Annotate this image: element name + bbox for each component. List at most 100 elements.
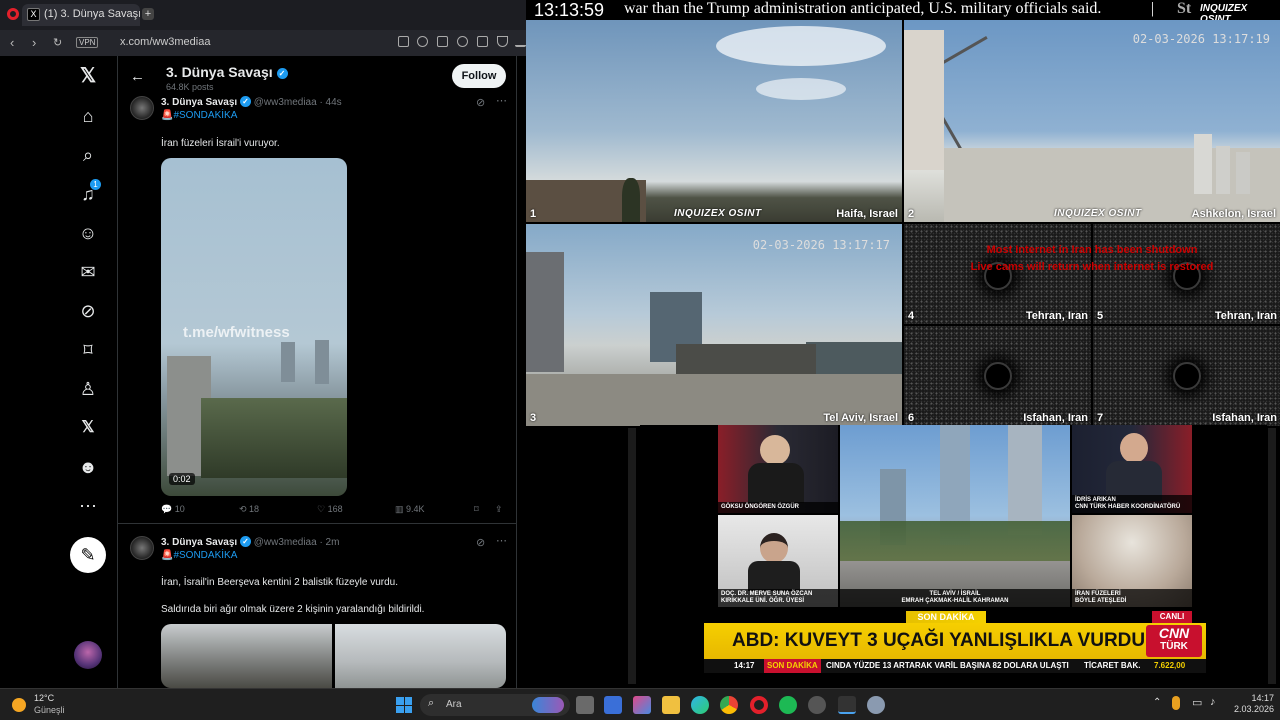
compose-post-icon[interactable]: ✎ bbox=[70, 537, 106, 573]
network-icon[interactable]: ▭ bbox=[1192, 696, 1202, 709]
tweet-image-2[interactable] bbox=[335, 624, 506, 688]
microsoft-store-icon[interactable] bbox=[604, 696, 622, 714]
crawl-text: CINDA YÜZDE 13 ARTARAK VARİL BAŞINA 82 D… bbox=[826, 661, 1069, 670]
heart-icon[interactable] bbox=[497, 36, 508, 47]
tweet-text-line2: Saldırıda biri ağır olmak üzere 2 kişini… bbox=[161, 604, 425, 615]
copilot-icon[interactable] bbox=[633, 696, 651, 714]
bookmarks-icon[interactable]: ⌑ bbox=[76, 338, 100, 362]
tweet-author[interactable]: 3. Dünya Savaşı ✓ @ww3mediaa · 2m bbox=[161, 536, 339, 548]
grok-explain-icon[interactable]: ⊘ bbox=[476, 96, 485, 109]
volume-icon[interactable]: ♪ bbox=[1210, 696, 1216, 708]
new-tab-button[interactable]: + bbox=[142, 8, 154, 20]
scrollbar[interactable] bbox=[628, 428, 636, 684]
settings-icon[interactable] bbox=[867, 696, 885, 714]
forward-icon[interactable]: › bbox=[32, 35, 36, 50]
siren-icon: 🚨 bbox=[161, 110, 174, 121]
extension-icon[interactable] bbox=[457, 36, 468, 47]
tweet-1[interactable]: 3. Dünya Savaşı ✓ @ww3mediaa · 44s ⊘ ⋯ 🚨… bbox=[118, 92, 516, 524]
camera-7-isfahan[interactable]: 7 Isfahan, Iran bbox=[1093, 326, 1280, 426]
anchor-panel-2: İDRİS ARIKAN CNN TÜRK HABER KOORDİNATÖRÜ bbox=[1072, 425, 1192, 513]
user-avatar[interactable] bbox=[74, 641, 102, 669]
repost-button[interactable]: ⟲ 18 bbox=[239, 504, 259, 515]
follow-button[interactable]: Follow bbox=[452, 64, 506, 88]
opera-icon[interactable] bbox=[750, 696, 768, 714]
cnn-turk-broadcast[interactable]: GÖKSU ÖNGÖREN ÖZGÜR DOÇ. DR. MERVE SUNA … bbox=[640, 425, 1267, 685]
search-icon[interactable]: ⌕ bbox=[76, 143, 100, 167]
taskbar-clock[interactable]: 14:17 2.03.2026 bbox=[1228, 693, 1274, 715]
app-icon-active[interactable] bbox=[838, 696, 856, 714]
siren-icon: 🚨 bbox=[161, 550, 174, 561]
profile-icon[interactable]: ☻ bbox=[76, 455, 100, 479]
grok-icon[interactable]: ⊘ bbox=[76, 299, 100, 323]
chrome-icon[interactable] bbox=[720, 696, 738, 714]
x-logo-icon[interactable]: 𝕏 bbox=[76, 64, 100, 88]
opera-logo[interactable] bbox=[7, 8, 19, 20]
tweet-author-name: 3. Dünya Savaşı bbox=[161, 537, 238, 548]
reply-button[interactable]: 💬 10 bbox=[161, 504, 185, 515]
reload-icon[interactable]: ↻ bbox=[53, 36, 62, 49]
play-icon[interactable] bbox=[477, 36, 488, 47]
messages-icon[interactable]: ✉ bbox=[76, 260, 100, 284]
spotify-icon[interactable] bbox=[779, 696, 797, 714]
repost-count: 18 bbox=[249, 504, 260, 514]
file-explorer-icon[interactable] bbox=[662, 696, 680, 714]
tweet-hashtag-text: #SONDAKİKA bbox=[173, 110, 238, 121]
tweet-hashtag[interactable]: 🚨#SONDAKİKA bbox=[161, 110, 237, 121]
weather-temp[interactable]: 12°C bbox=[34, 693, 54, 703]
treeline bbox=[201, 398, 347, 478]
caption-anchor-1: GÖKSU ÖNGÖREN ÖZGÜR bbox=[718, 502, 838, 513]
weather-desc[interactable]: Güneşli bbox=[34, 705, 65, 715]
camera-icon[interactable] bbox=[417, 36, 428, 47]
tweet-hashtag[interactable]: 🚨#SONDAKİKA bbox=[161, 550, 237, 561]
guest-body bbox=[748, 561, 800, 591]
crawl-time: 14:17 bbox=[734, 661, 755, 670]
tweet-avatar[interactable] bbox=[130, 96, 154, 120]
tweet-image-1[interactable] bbox=[161, 624, 332, 688]
follow-icon[interactable]: ☺ bbox=[76, 221, 100, 245]
more-options-icon[interactable]: ⋯ bbox=[496, 94, 507, 107]
cloud bbox=[716, 26, 886, 66]
scrollbar[interactable] bbox=[1268, 428, 1276, 684]
tab-active[interactable]: X (1) 3. Dünya Savaşı (@ww bbox=[22, 4, 140, 26]
camera-3-telaviv[interactable]: 02-03-2026 13:17:17 3 Tel Aviv, Israel bbox=[526, 224, 902, 426]
notifications-icon[interactable]: ♫ 1 bbox=[76, 179, 101, 206]
building-left bbox=[526, 252, 564, 372]
camera-1-haifa[interactable]: 1 INQUIZEX OSINT Haifa, Israel bbox=[526, 20, 902, 222]
vpn-badge[interactable]: VPN bbox=[76, 37, 99, 48]
edit-icon[interactable] bbox=[398, 36, 409, 47]
camera-label: Isfahan, Iran bbox=[1212, 412, 1277, 424]
caption-text: TEL AVİV / İSRAİL bbox=[929, 591, 981, 597]
tweet-images[interactable] bbox=[161, 624, 506, 688]
jobs-icon[interactable]: ♙ bbox=[76, 377, 100, 401]
camera-2-ashkelon[interactable]: 02-03-2026 13:17:19 2 INQUIZEX OSINT Ash… bbox=[904, 20, 1280, 222]
like-button[interactable]: ♡ 168 bbox=[317, 504, 343, 515]
edge-icon[interactable] bbox=[691, 696, 709, 714]
back-icon[interactable]: ‹ bbox=[10, 35, 14, 50]
url-field[interactable]: x.com/ww3mediaa bbox=[120, 36, 210, 48]
bookmark-icon[interactable]: ⌑ bbox=[474, 504, 479, 515]
microphone-icon[interactable] bbox=[1172, 696, 1180, 710]
tweet-author[interactable]: 3. Dünya Savaşı ✓ @ww3mediaa · 44s bbox=[161, 96, 342, 108]
download-icon[interactable] bbox=[515, 36, 526, 47]
premium-icon[interactable]: 𝕏 bbox=[76, 416, 100, 440]
back-arrow-icon[interactable]: ← bbox=[130, 68, 145, 85]
home-icon[interactable]: ⌂ bbox=[76, 104, 100, 128]
more-options-icon[interactable]: ⋯ bbox=[496, 534, 507, 547]
more-icon[interactable]: ⋯ bbox=[76, 494, 100, 518]
tweet-2[interactable]: 3. Dünya Savaşı ✓ @ww3mediaa · 2m ⊘ ⋯ 🚨#… bbox=[118, 532, 516, 688]
share-icon[interactable]: ⇪ bbox=[495, 504, 503, 515]
tweet-video[interactable]: t.me/wfwitness 0:02 bbox=[161, 158, 347, 496]
windows-start-icon[interactable] bbox=[396, 697, 412, 713]
views-button[interactable]: ▥ 9.4K bbox=[395, 504, 425, 515]
app-icon[interactable] bbox=[808, 696, 826, 714]
camera-number: 1 bbox=[530, 208, 537, 220]
task-view-icon[interactable] bbox=[576, 696, 594, 714]
camera-number: 3 bbox=[530, 412, 537, 424]
taskbar-search[interactable]: ⌕ Ara bbox=[420, 694, 570, 716]
grok-explain-icon[interactable]: ⊘ bbox=[476, 536, 485, 549]
share-icon[interactable] bbox=[437, 36, 448, 47]
tray-chevron-icon[interactable]: ⌃ bbox=[1153, 697, 1161, 708]
weather-sun-icon[interactable] bbox=[12, 698, 26, 712]
camera-6-isfahan[interactable]: 6 Isfahan, Iran bbox=[904, 326, 1091, 426]
tweet-avatar[interactable] bbox=[130, 536, 154, 560]
